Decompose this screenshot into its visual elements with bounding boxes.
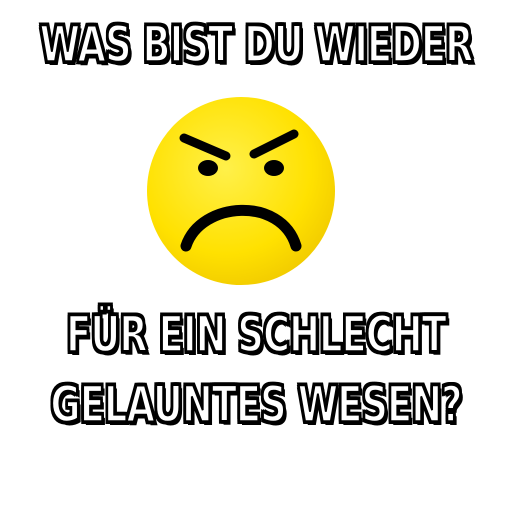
angry-face-icon xyxy=(146,96,336,286)
face-circle xyxy=(147,97,335,285)
bottom-caption-line-2: GELAUNTES WESEN? xyxy=(49,375,463,435)
right-eye xyxy=(264,160,284,176)
bottom-caption-line-1: FÜR EIN SCHLECHT xyxy=(65,305,447,365)
top-caption: WAS BIST DU WIEDER xyxy=(39,15,475,75)
left-eye xyxy=(198,160,218,176)
bottom-caption: FÜR EIN SCHLECHT GELAUNTES WESEN? xyxy=(20,300,491,440)
